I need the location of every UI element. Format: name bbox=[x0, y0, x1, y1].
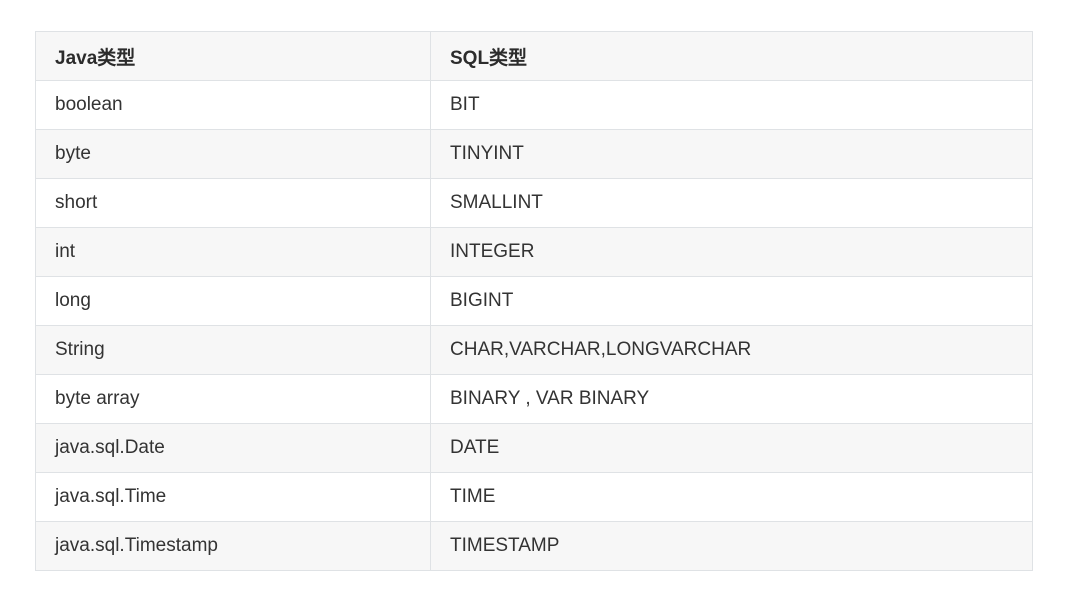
sql-type-cell: BIGINT bbox=[430, 276, 1033, 326]
header-sql-type: SQL类型 bbox=[430, 31, 1033, 81]
java-type-cell: String bbox=[35, 325, 431, 375]
sql-type-cell: BINARY , VAR BINARY bbox=[430, 374, 1033, 424]
java-type-cell: java.sql.Time bbox=[35, 472, 431, 522]
table-row: java.sql.Timestamp TIMESTAMP bbox=[35, 521, 1033, 571]
java-type-cell: long bbox=[35, 276, 431, 326]
sql-type-cell: CHAR,VARCHAR,LONGVARCHAR bbox=[430, 325, 1033, 375]
table-row: String CHAR,VARCHAR,LONGVARCHAR bbox=[35, 325, 1033, 375]
table-row: byte array BINARY , VAR BINARY bbox=[35, 374, 1033, 424]
java-type-cell: boolean bbox=[35, 80, 431, 130]
header-java-type: Java类型 bbox=[35, 31, 431, 81]
sql-type-cell: TINYINT bbox=[430, 129, 1033, 179]
sql-type-cell: TIMESTAMP bbox=[430, 521, 1033, 571]
table-row: byte TINYINT bbox=[35, 129, 1033, 179]
java-type-cell: byte bbox=[35, 129, 431, 179]
sql-type-cell: BIT bbox=[430, 80, 1033, 130]
table-row: boolean BIT bbox=[35, 80, 1033, 130]
table-header-row: Java类型 SQL类型 bbox=[35, 31, 1033, 81]
java-type-cell: java.sql.Date bbox=[35, 423, 431, 473]
table-row: int INTEGER bbox=[35, 227, 1033, 277]
java-type-cell: byte array bbox=[35, 374, 431, 424]
table-row: short SMALLINT bbox=[35, 178, 1033, 228]
type-mapping-table-wrap: Java类型 SQL类型 boolean BIT byte TINYINT sh… bbox=[35, 31, 1033, 571]
table-row: java.sql.Date DATE bbox=[35, 423, 1033, 473]
sql-type-cell: INTEGER bbox=[430, 227, 1033, 277]
java-sql-type-mapping-table: Java类型 SQL类型 boolean BIT byte TINYINT sh… bbox=[35, 31, 1033, 571]
sql-type-cell: DATE bbox=[430, 423, 1033, 473]
table-row: long BIGINT bbox=[35, 276, 1033, 326]
table-row: java.sql.Time TIME bbox=[35, 472, 1033, 522]
java-type-cell: int bbox=[35, 227, 431, 277]
sql-type-cell: TIME bbox=[430, 472, 1033, 522]
java-type-cell: java.sql.Timestamp bbox=[35, 521, 431, 571]
sql-type-cell: SMALLINT bbox=[430, 178, 1033, 228]
java-type-cell: short bbox=[35, 178, 431, 228]
